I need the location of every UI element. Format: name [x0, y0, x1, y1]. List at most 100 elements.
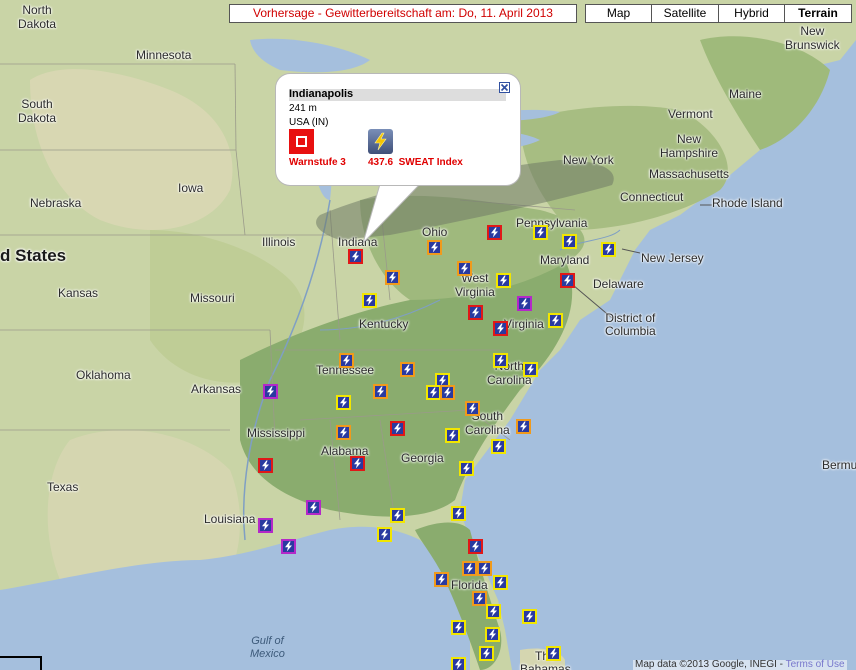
- storm-marker[interactable]: [462, 561, 477, 576]
- storm-marker[interactable]: [493, 321, 508, 336]
- storm-marker[interactable]: [601, 242, 616, 257]
- storm-marker[interactable]: [493, 575, 508, 590]
- label-illinois: Illinois: [262, 235, 296, 249]
- storm-marker[interactable]: [373, 384, 388, 399]
- scale-bar: [0, 656, 42, 670]
- storm-marker[interactable]: [336, 425, 351, 440]
- storm-marker[interactable]: [560, 273, 575, 288]
- label-united-states: d States: [0, 246, 67, 265]
- storm-marker[interactable]: [485, 627, 500, 642]
- storm-marker[interactable]: [516, 419, 531, 434]
- storm-marker[interactable]: [472, 591, 487, 606]
- label-mississippi: Mississippi: [247, 426, 306, 440]
- storm-marker[interactable]: [385, 270, 400, 285]
- storm-marker[interactable]: [457, 261, 472, 276]
- label-georgia: Georgia: [401, 451, 444, 465]
- attribution-text: Map data ©2013 Google, INEGI -: [635, 659, 786, 670]
- storm-marker[interactable]: [459, 461, 474, 476]
- label-district-of-columbia: District of Columbia: [605, 311, 656, 338]
- map-attribution: Map data ©2013 Google, INEGI - Terms of …: [633, 660, 847, 670]
- label-connecticut: Connecticut: [620, 190, 684, 204]
- storm-marker[interactable]: [451, 506, 466, 521]
- storm-marker[interactable]: [400, 362, 415, 377]
- label-missouri: Missouri: [190, 291, 235, 305]
- storm-marker[interactable]: [434, 572, 449, 587]
- label-maryland: Maryland: [540, 253, 590, 267]
- storm-marker[interactable]: [281, 539, 296, 554]
- label-massachusetts: Massachusetts: [649, 167, 730, 181]
- storm-marker[interactable]: [263, 384, 278, 399]
- label-new-jersey: New Jersey: [641, 251, 704, 265]
- label-north-dakota: North Dakota: [18, 3, 57, 31]
- label-oklahoma: Oklahoma: [76, 368, 131, 382]
- storm-marker[interactable]: [493, 353, 508, 368]
- map-type-map-button[interactable]: Map: [585, 4, 652, 23]
- storm-marker[interactable]: [522, 609, 537, 624]
- storm-marker[interactable]: [451, 620, 466, 635]
- label-kentucky: Kentucky: [359, 317, 409, 331]
- close-icon[interactable]: [499, 82, 510, 93]
- lightning-icon: [368, 129, 393, 154]
- label-indiana: Indiana: [338, 235, 378, 249]
- label-minnesota: Minnesota: [136, 48, 192, 62]
- info-window: Indianapolis 241 m USA (IN) Warnstufe 3 …: [276, 74, 520, 185]
- storm-marker[interactable]: [377, 527, 392, 542]
- storm-marker[interactable]: [533, 225, 548, 240]
- storm-marker[interactable]: [336, 395, 351, 410]
- storm-marker[interactable]: [390, 508, 405, 523]
- storm-marker[interactable]: [496, 273, 511, 288]
- label-new-hampshire: New Hampshire: [660, 132, 719, 160]
- storm-marker[interactable]: [258, 458, 273, 473]
- info-window-city: Indianapolis: [289, 88, 354, 100]
- storm-marker[interactable]: [477, 561, 492, 576]
- storm-marker[interactable]: [487, 225, 502, 240]
- label-gulf-of-mexico: Gulf of Mexico: [250, 635, 285, 660]
- storm-marker[interactable]: [546, 646, 561, 661]
- storm-marker[interactable]: [258, 518, 273, 533]
- storm-marker[interactable]: [427, 240, 442, 255]
- label-ohio: Ohio: [422, 225, 448, 239]
- storm-marker[interactable]: [350, 456, 365, 471]
- map-type-control: Map Satellite Hybrid Terrain: [585, 4, 852, 23]
- storm-marker[interactable]: [445, 428, 460, 443]
- label-bermuda: Bermu: [822, 458, 856, 472]
- storm-marker[interactable]: [548, 313, 563, 328]
- storm-marker[interactable]: [390, 421, 405, 436]
- storm-marker[interactable]: [451, 657, 466, 670]
- label-kansas: Kansas: [58, 286, 99, 300]
- label-rhode-island: Rhode Island: [712, 196, 783, 210]
- map-type-hybrid-button[interactable]: Hybrid: [718, 4, 785, 23]
- storm-marker[interactable]: [517, 296, 532, 311]
- storm-marker[interactable]: [362, 293, 377, 308]
- storm-marker[interactable]: [491, 439, 506, 454]
- storm-marker[interactable]: [486, 604, 501, 619]
- sweat-index-label: 437.6 SWEAT Index: [368, 157, 463, 168]
- storm-marker[interactable]: [523, 362, 538, 377]
- storm-marker[interactable]: [339, 353, 354, 368]
- map-type-terrain-button[interactable]: Terrain: [784, 4, 852, 23]
- label-maine: Maine: [729, 87, 762, 101]
- map-type-satellite-button[interactable]: Satellite: [651, 4, 719, 23]
- terms-of-use-link[interactable]: Terms of Use: [786, 659, 845, 670]
- info-window-country: USA (IN): [289, 117, 329, 128]
- storm-marker[interactable]: [468, 539, 483, 554]
- label-new-brunswick: New Brunswick: [785, 24, 840, 52]
- storm-marker[interactable]: [468, 305, 483, 320]
- label-nebraska: Nebraska: [30, 196, 82, 210]
- label-florida: Florida: [451, 578, 488, 592]
- info-window-elevation: 241 m: [289, 103, 317, 114]
- storm-marker[interactable]: [465, 401, 480, 416]
- forecast-title: Vorhersage - Gewitterbereitschaft am: Do…: [229, 4, 577, 23]
- label-new-york: New York: [563, 153, 614, 167]
- label-louisiana: Louisiana: [204, 512, 256, 526]
- warning-level-label: Warnstufe 3: [289, 157, 346, 168]
- storm-marker[interactable]: [562, 234, 577, 249]
- storm-marker[interactable]: [348, 249, 363, 264]
- storm-marker[interactable]: [479, 646, 494, 661]
- label-south-dakota: South Dakota: [18, 97, 57, 125]
- storm-marker[interactable]: [426, 385, 441, 400]
- storm-marker[interactable]: [440, 385, 455, 400]
- storm-marker[interactable]: [306, 500, 321, 515]
- label-texas: Texas: [47, 480, 79, 494]
- label-delaware: Delaware: [593, 277, 644, 291]
